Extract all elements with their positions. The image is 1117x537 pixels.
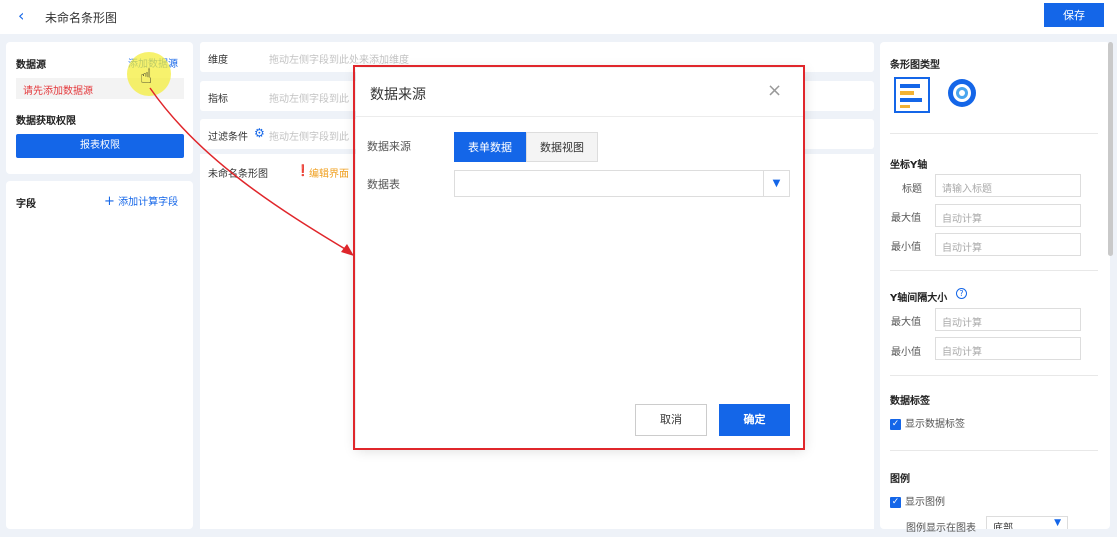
cancel-button[interactable]: 取消: [635, 404, 707, 436]
chevron-down-icon: ▼: [763, 171, 789, 196]
dialog-title: 数据来源: [370, 87, 426, 103]
dialog-divider: [356, 116, 804, 117]
source-label: 数据来源: [367, 140, 411, 153]
close-icon[interactable]: ×: [767, 80, 782, 101]
confirm-button[interactable]: 确定: [719, 404, 790, 436]
table-label: 数据表: [367, 178, 400, 191]
tab-form-data[interactable]: 表单数据: [454, 132, 526, 162]
tab-data-view[interactable]: 数据视图: [526, 132, 598, 162]
data-table-select[interactable]: ▼: [454, 170, 790, 197]
data-source-dialog: 数据来源 × 数据来源 表单数据 数据视图 数据表 ▼ 取消 确定: [356, 68, 804, 448]
